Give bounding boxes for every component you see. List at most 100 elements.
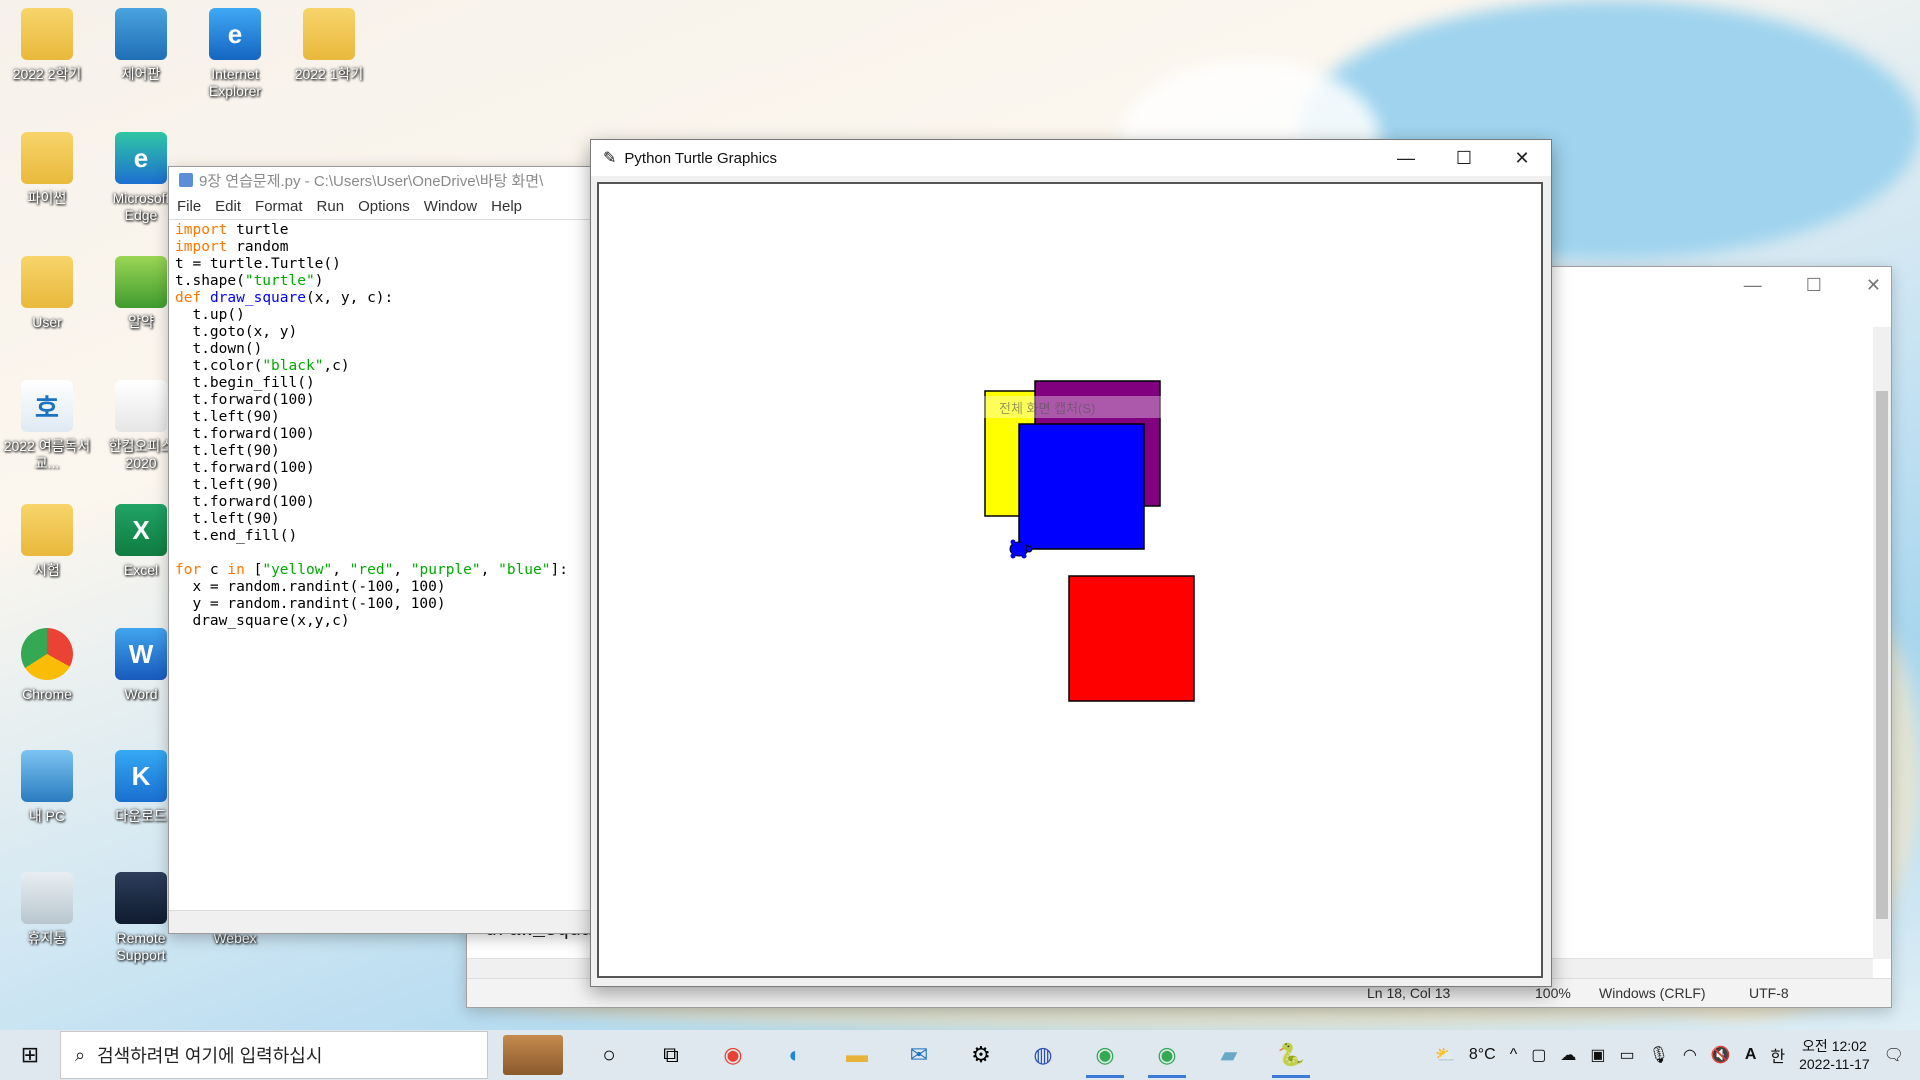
- close-icon[interactable]: ✕: [1866, 275, 1881, 296]
- code-token: x = random.randint(-100, 100): [175, 579, 446, 595]
- desktop-icon[interactable]: 2022 1학기: [284, 8, 374, 83]
- user-folder-icon: [21, 256, 73, 308]
- code-token: draw_square: [209, 290, 306, 306]
- menu-help[interactable]: Help: [491, 198, 522, 215]
- code-token: t = turtle.Turtle(): [175, 256, 341, 272]
- turtle-title-bar: ✎ Python Turtle Graphics — ☐ ✕: [591, 140, 1551, 176]
- code-token: import: [175, 222, 228, 238]
- desktop-icon[interactable]: 시험: [2, 504, 92, 579]
- taskbar-chrome-profile-1[interactable]: ◉: [1074, 1030, 1136, 1080]
- idle-editor-window[interactable]: 9장 연습문제.py - C:\Users\User\OneDrive\바탕 화…: [168, 166, 594, 934]
- control-panel-icon: [115, 8, 167, 60]
- menu-window[interactable]: Window: [424, 198, 477, 215]
- chrome-icon: ◉: [723, 1042, 743, 1067]
- code-token: "black": [262, 358, 324, 374]
- task-view-button[interactable]: ⧉: [640, 1030, 702, 1080]
- desktop-icon[interactable]: 호 2022 여름독서교...: [2, 380, 92, 472]
- code-editor[interactable]: import turtle import random t = turtle.Tur…: [169, 220, 593, 632]
- desktop-icon[interactable]: 파이썬: [2, 132, 92, 207]
- desktop-icon-label: 2022 1학기: [294, 66, 364, 82]
- taskbar-settings[interactable]: ⚙: [950, 1030, 1012, 1080]
- network-monitor-icon[interactable]: ▣: [1590, 1045, 1605, 1065]
- desktop-icon[interactable]: 휴지통: [2, 872, 92, 947]
- desktop-icon[interactable]: 내 PC: [2, 750, 92, 825]
- code-line: import random: [175, 239, 587, 256]
- code-line: t.forward(100): [175, 392, 587, 409]
- maximize-button[interactable]: ☐: [1435, 140, 1493, 176]
- desktop-icon[interactable]: User: [2, 256, 92, 331]
- hancom-office-icon: [115, 380, 167, 432]
- chrome-icon: [21, 628, 73, 680]
- desktop-icon[interactable]: 제어판: [96, 8, 186, 83]
- search-highlight-image[interactable]: [488, 1030, 578, 1080]
- minimize-button[interactable]: —: [1377, 140, 1435, 176]
- code-line: t.forward(100): [175, 426, 587, 443]
- internet-explorer-icon: e: [209, 8, 261, 60]
- menu-options[interactable]: Options: [358, 198, 410, 215]
- font-indicator[interactable]: A: [1745, 1046, 1757, 1064]
- turtle-canvas[interactable]: 전체 화면 캡처(S): [597, 182, 1543, 978]
- code-line: t.left(90): [175, 477, 587, 494]
- notification-icon[interactable]: 🗨: [1884, 1045, 1904, 1065]
- code-line: t.left(90): [175, 511, 587, 528]
- code-token: t.left(90): [175, 511, 280, 527]
- code-line: t.goto(x, y): [175, 324, 587, 341]
- code-token: import: [175, 239, 228, 255]
- code-token: [: [244, 562, 263, 578]
- microphone-icon[interactable]: 🎙: [1649, 1045, 1669, 1065]
- onedrive-icon[interactable]: ☁: [1560, 1045, 1576, 1065]
- turtle-graphics-window[interactable]: ✎ Python Turtle Graphics — ☐ ✕ 전체 화면 캡처(…: [590, 139, 1552, 987]
- weather-temp[interactable]: 8°C: [1469, 1046, 1496, 1064]
- code-line: for c in ["yellow", "red", "purple", "bl…: [175, 562, 587, 579]
- code-token: t.forward(100): [175, 392, 315, 408]
- scrollbar-thumb[interactable]: [1876, 391, 1888, 919]
- clock[interactable]: 오전 12:02 2022-11-17: [1799, 1037, 1870, 1073]
- chevron-up-icon[interactable]: ^: [1510, 1046, 1518, 1064]
- minimize-icon[interactable]: —: [1744, 275, 1762, 296]
- close-button[interactable]: ✕: [1493, 140, 1551, 176]
- desktop-icon-label: 시험: [34, 562, 60, 578]
- menu-run[interactable]: Run: [317, 198, 345, 215]
- weather-icon[interactable]: ⛅: [1435, 1045, 1455, 1065]
- taskbar-remote-app[interactable]: ◍: [1012, 1030, 1074, 1080]
- taskbar-chrome-profile-2[interactable]: ◉: [1136, 1030, 1198, 1080]
- menu-file[interactable]: File: [177, 198, 201, 215]
- desktop-icon-label: Internet Explorer: [208, 66, 262, 99]
- wifi-icon[interactable]: ◠: [1683, 1045, 1697, 1065]
- battery-icon[interactable]: ▭: [1619, 1045, 1634, 1065]
- taskbar-mail[interactable]: ✉: [888, 1030, 950, 1080]
- ime-indicator[interactable]: 한: [1770, 1043, 1785, 1067]
- desktop-icon[interactable]: e Internet Explorer: [190, 8, 280, 100]
- taskbar-chrome[interactable]: ◉: [702, 1030, 764, 1080]
- desktop-icon[interactable]: Chrome: [2, 628, 92, 703]
- volume-muted-icon[interactable]: 🔇: [1711, 1045, 1731, 1065]
- download-icon: K: [115, 750, 167, 802]
- taskbar-file-explorer[interactable]: ▬: [826, 1030, 888, 1080]
- meet-icon[interactable]: ▢: [1531, 1045, 1546, 1065]
- desktop-icon[interactable]: 2022 2학기: [2, 8, 92, 83]
- code-token: t.up(): [175, 307, 245, 323]
- maximize-icon[interactable]: ☐: [1806, 275, 1822, 296]
- taskbar-edge[interactable]: ◐: [764, 1030, 826, 1080]
- search-box[interactable]: ⌕ 검색하려면 여기에 입력하십시: [60, 1031, 488, 1079]
- folder-icon: [21, 132, 73, 184]
- taskbar-python[interactable]: 🐍: [1260, 1030, 1322, 1080]
- code-line: t = turtle.Turtle(): [175, 256, 587, 273]
- menu-format[interactable]: Format: [255, 198, 303, 215]
- task-view-icon: ⧉: [663, 1042, 679, 1067]
- code-token: ,: [480, 562, 499, 578]
- menu-edit[interactable]: Edit: [215, 198, 241, 215]
- vertical-scrollbar[interactable]: [1873, 327, 1891, 959]
- code-line: t.left(90): [175, 409, 587, 426]
- code-token: c: [201, 562, 228, 578]
- code-token: t.down(): [175, 341, 263, 357]
- alyac-icon: [115, 256, 167, 308]
- cortana-button[interactable]: ○: [578, 1030, 640, 1080]
- code-line: import turtle: [175, 222, 587, 239]
- status-encoding: UTF-8: [1749, 985, 1789, 1001]
- start-button[interactable]: ⊞: [0, 1030, 60, 1080]
- code-line: t.forward(100): [175, 460, 587, 477]
- gear-icon: ⚙: [971, 1042, 991, 1067]
- idle-title-bar: 9장 연습문제.py - C:\Users\User\OneDrive\바탕 화…: [169, 167, 593, 193]
- taskbar-notepad[interactable]: ▰: [1198, 1030, 1260, 1080]
